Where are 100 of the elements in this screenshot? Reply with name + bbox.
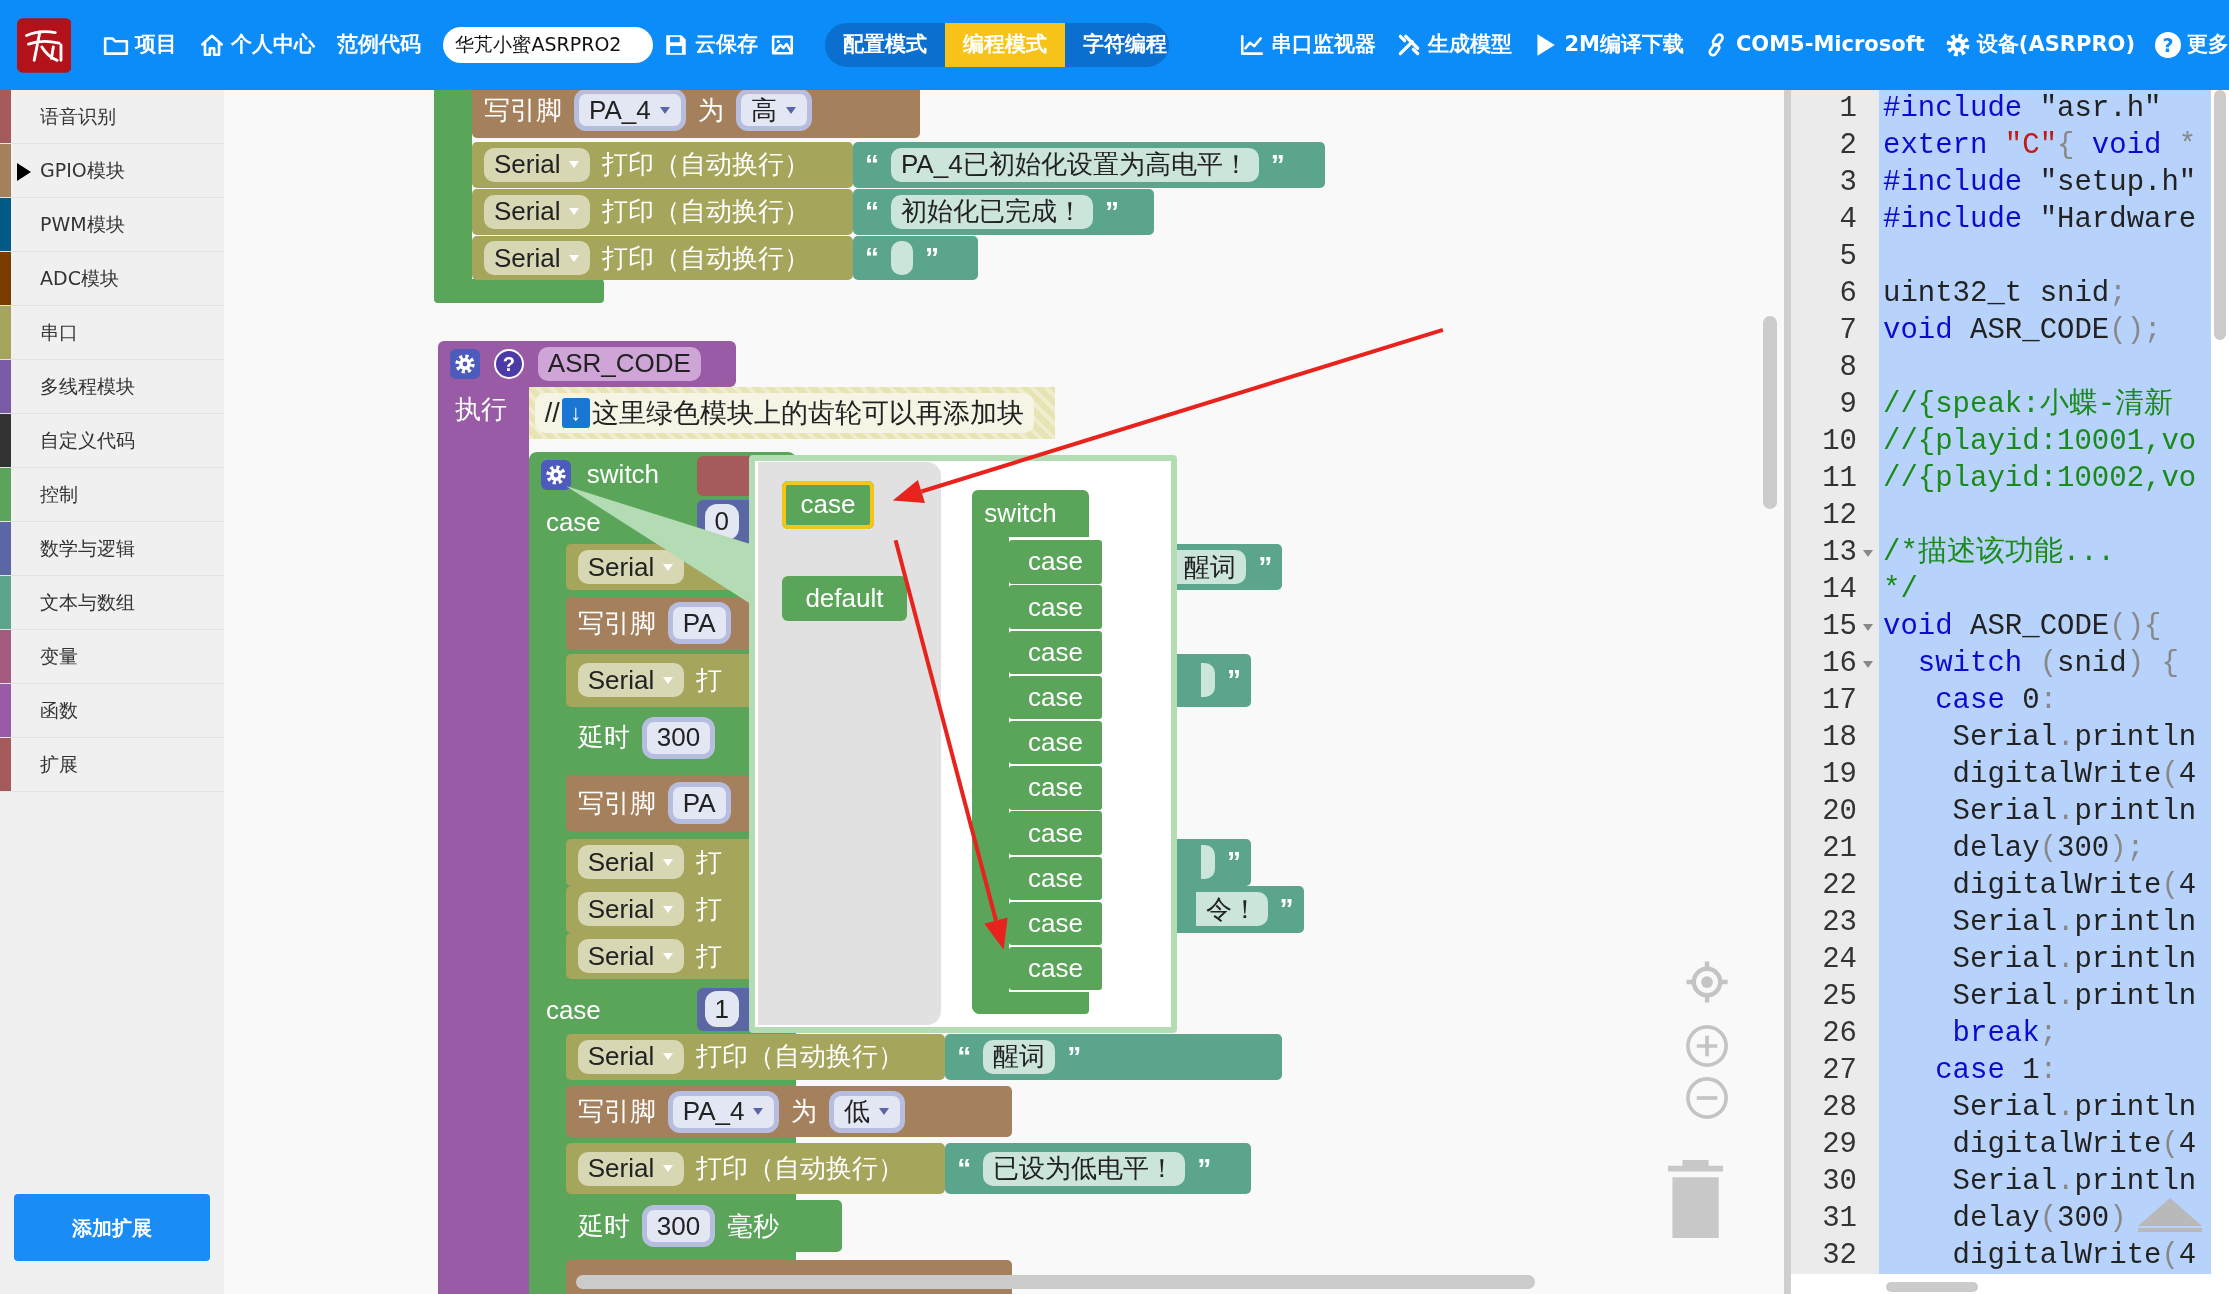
mode-tab[interactable]: 配置模式 bbox=[825, 23, 946, 67]
block-label: 延时 bbox=[577, 1209, 630, 1243]
line-number: 23 bbox=[1822, 904, 1857, 941]
port-dropdown[interactable]: Serial bbox=[577, 845, 685, 880]
block-label: 打印（自动换行） bbox=[696, 1152, 905, 1186]
line-number: 7 bbox=[1839, 312, 1857, 349]
logo-icon[interactable] bbox=[17, 16, 72, 74]
quote-mark: “ bbox=[864, 147, 879, 182]
help-icon: ? bbox=[2155, 32, 2181, 58]
text-input[interactable] bbox=[1201, 663, 1215, 698]
quote-mark: ” bbox=[924, 241, 939, 275]
pin-dropdown[interactable]: PA bbox=[667, 602, 731, 645]
port-dropdown[interactable]: Serial bbox=[483, 147, 591, 182]
category-item[interactable]: 多线程模块 bbox=[0, 360, 224, 414]
text-block[interactable]: “ 已设为低电平！ ” bbox=[945, 1142, 1251, 1195]
level-dropdown[interactable]: 低 bbox=[829, 1090, 906, 1133]
block-label: 打 bbox=[696, 892, 723, 926]
block-label: 写引脚 bbox=[577, 1095, 656, 1129]
category-item[interactable]: 文本与数组 bbox=[0, 576, 224, 630]
text-block[interactable]: 令！ ” bbox=[1174, 885, 1304, 933]
function-block-header[interactable]: ? ASR_CODE bbox=[437, 341, 737, 387]
port-dropdown[interactable]: Serial bbox=[577, 1039, 685, 1074]
zoom-in-icon[interactable] bbox=[1684, 1023, 1729, 1068]
line-number: 22 bbox=[1822, 867, 1857, 904]
port-dropdown[interactable]: Serial bbox=[483, 194, 591, 229]
number-input[interactable]: 300 bbox=[641, 1205, 716, 1248]
quote-mark: ” bbox=[1279, 892, 1294, 927]
line-number: 17 bbox=[1822, 682, 1857, 719]
scrollbar-thumb[interactable] bbox=[1886, 1282, 1978, 1292]
line-number: 16 bbox=[1822, 645, 1857, 682]
fold-icon[interactable] bbox=[1863, 624, 1873, 631]
scrollbar-thumb[interactable] bbox=[1762, 315, 1777, 509]
text-input[interactable]: 醒词 bbox=[983, 1039, 1056, 1074]
caret-icon bbox=[784, 105, 797, 115]
text-block[interactable]: 醒词 ” bbox=[1174, 544, 1283, 590]
quote-mark: ” bbox=[1197, 1151, 1212, 1186]
port-dropdown[interactable]: Serial bbox=[577, 939, 685, 973]
text-block[interactable]: “ PA_4已初始化设置为高电平！ ” bbox=[852, 142, 1325, 188]
caret-icon bbox=[662, 562, 675, 572]
home-icon bbox=[199, 32, 226, 58]
pin-dropdown[interactable]: PA_4 bbox=[573, 90, 686, 132]
port-dropdown[interactable]: Serial bbox=[483, 241, 591, 275]
category-item[interactable]: 数学与逻辑 bbox=[0, 522, 224, 576]
text-input[interactable]: 令！ bbox=[1195, 892, 1268, 927]
caret-icon bbox=[662, 951, 675, 961]
text-input[interactable] bbox=[1201, 845, 1215, 880]
zoom-out-icon[interactable] bbox=[1684, 1076, 1729, 1121]
caret-icon bbox=[662, 675, 675, 685]
block-label: 打印（自动换行） bbox=[602, 148, 811, 182]
text-block[interactable]: “ 醒词 ” bbox=[945, 1033, 1283, 1081]
scroll-top-icon[interactable] bbox=[2136, 1196, 2204, 1234]
level-dropdown[interactable]: 高 bbox=[735, 90, 812, 132]
fold-icon[interactable] bbox=[1863, 550, 1873, 557]
number-input[interactable]: 300 bbox=[641, 716, 716, 759]
category-item[interactable]: ADC模块 bbox=[0, 252, 224, 306]
category-item[interactable]: 自定义代码 bbox=[0, 414, 224, 468]
scrollbar-thumb[interactable] bbox=[575, 1275, 1536, 1290]
function-name-field[interactable]: ASR_CODE bbox=[537, 346, 701, 381]
caret-icon bbox=[658, 105, 671, 115]
pin-dropdown[interactable]: PA bbox=[667, 782, 731, 825]
line-number: 10 bbox=[1822, 423, 1857, 460]
settings-icon[interactable] bbox=[449, 348, 480, 379]
text-input[interactable]: PA_4已初始化设置为高电平！ bbox=[890, 147, 1259, 182]
port-dropdown[interactable]: Serial bbox=[577, 550, 685, 585]
block-label: 打印（自动换行） bbox=[602, 195, 811, 229]
line-number: 1 bbox=[1839, 90, 1857, 127]
caret-icon bbox=[568, 160, 581, 170]
help-button[interactable]: ? bbox=[493, 348, 524, 379]
target-icon[interactable] bbox=[1684, 959, 1729, 1004]
scrollbar-thumb[interactable] bbox=[2214, 90, 2226, 340]
text-input[interactable]: 已设为低电平！ bbox=[983, 1151, 1186, 1186]
line-number: 19 bbox=[1822, 756, 1857, 793]
quote-mark: “ bbox=[864, 241, 879, 275]
category-item[interactable]: 串口 bbox=[0, 306, 224, 360]
text-input[interactable]: 初始化已完成！ bbox=[890, 194, 1093, 229]
pin-dropdown[interactable]: PA_4 bbox=[667, 1090, 780, 1133]
text-input[interactable]: 醒词 bbox=[1174, 550, 1247, 585]
category-item[interactable]: 扩展 bbox=[0, 738, 224, 792]
category-item[interactable]: 函数 bbox=[0, 684, 224, 738]
category-item[interactable]: 控制 bbox=[0, 468, 224, 522]
quote-mark: ” bbox=[1258, 550, 1273, 585]
mode-tab[interactable]: 字符编程 bbox=[1065, 23, 1170, 67]
port-dropdown[interactable]: Serial bbox=[577, 663, 685, 698]
line-number: 31 bbox=[1822, 1200, 1857, 1237]
category-item[interactable]: 变量 bbox=[0, 630, 224, 684]
caret-icon bbox=[662, 857, 675, 867]
project-name-field[interactable]: 华芃小蜜ASRPRO2 bbox=[443, 27, 654, 63]
port-dropdown[interactable]: Serial bbox=[577, 892, 685, 927]
category-item[interactable]: GPIO模块 bbox=[0, 144, 224, 198]
fold-icon[interactable] bbox=[1863, 661, 1873, 668]
quote-mark: “ bbox=[864, 194, 879, 229]
line-number: 13 bbox=[1822, 534, 1857, 571]
category-item[interactable]: PWM模块 bbox=[0, 198, 224, 252]
text-block[interactable]: “ 初始化已完成！ ” bbox=[852, 189, 1155, 235]
block-label: 写引脚 bbox=[577, 786, 656, 820]
category-item[interactable]: 语音识别 bbox=[0, 90, 224, 144]
caret-icon bbox=[878, 1107, 891, 1117]
image-icon[interactable] bbox=[770, 32, 796, 58]
text-input[interactable] bbox=[890, 241, 913, 275]
port-dropdown[interactable]: Serial bbox=[577, 1151, 685, 1186]
